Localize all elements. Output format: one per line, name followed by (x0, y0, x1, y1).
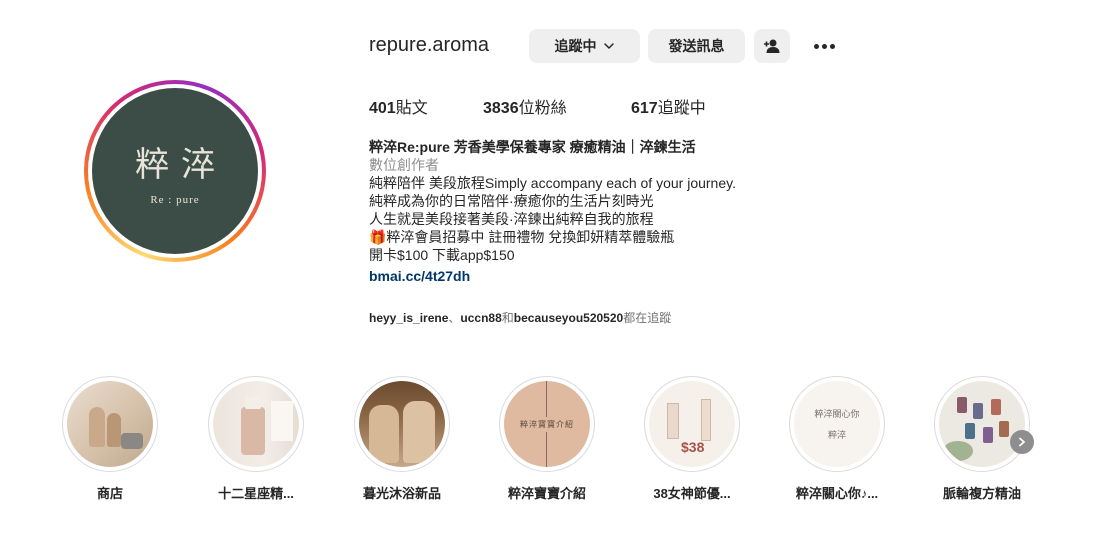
posts-count: 401貼文 (369, 100, 428, 117)
followers-link[interactable]: 3836位粉絲 (483, 94, 567, 118)
followed-by-user: becauseyou520520 (513, 311, 624, 325)
bio-line: 開卡$100 下載app$150 (369, 247, 515, 263)
more-options-button[interactable] (810, 36, 838, 56)
add-user-icon (764, 39, 780, 53)
highlight-label: 38女神節優... (653, 486, 731, 501)
highlight-bath[interactable]: 暮光沐浴新品 (354, 376, 450, 502)
bio-line: 人生就是美段接著美段·淬鍊出純粹自我的旅程 (369, 211, 654, 227)
highlight-cover-image (359, 381, 445, 467)
more-options-icon (813, 43, 819, 49)
highlight-label: 粹淬關心你♪... (795, 486, 879, 501)
highlight-cover-image: $38 (649, 381, 735, 467)
followed-by-user: uccn88 (460, 311, 502, 325)
highlight-label: 粹淬寶寶介紹 (507, 486, 586, 501)
highlights-next-button[interactable] (1010, 430, 1034, 454)
highlight-cover-image: 粹淬關心你 粹淬 (794, 381, 880, 467)
send-message-button[interactable]: 發送訊息 (648, 29, 745, 63)
avatar-logo-en: Re : pure (150, 193, 200, 206)
following-button-label: 追蹤中 (554, 38, 597, 54)
profile-display-name: 粹淬Re:pure 芳香美學保養專家 療癒精油｜淬鍊生活 (369, 139, 696, 155)
send-message-label: 發送訊息 (668, 38, 725, 54)
highlight-label: 十二星座精... (218, 486, 294, 501)
highlight-zodiac[interactable]: 十二星座精... (208, 376, 304, 502)
following-link[interactable]: 617追蹤中 (631, 94, 706, 118)
highlight-cover-image (213, 381, 299, 467)
highlight-shop[interactable]: 商店 (62, 376, 158, 502)
bio-line: 🎁粹淬會員招募中 註冊禮物 兌換卸妍精萃體驗瓶 (369, 229, 675, 245)
profile-username: repure.aroma (369, 34, 490, 56)
highlight-label: 暮光沐浴新品 (362, 486, 441, 501)
profile-avatar[interactable]: 粹淬 Re : pure (84, 80, 266, 262)
bio-line: 純粹成為你的日常陪伴·療癒你的生活片刻時光 (369, 193, 654, 209)
followed-by-user: heyy_is_irene (369, 311, 449, 325)
chevron-right-icon (1019, 437, 1025, 447)
bio-link[interactable]: bmai.cc/4t27dh (369, 267, 889, 285)
highlight-intro[interactable]: 粹淬寶寶介紹 粹淬寶寶介紹 (499, 376, 595, 502)
highlight-womens-day[interactable]: $38 38女神節優... (644, 376, 740, 502)
highlight-cover-image (939, 381, 1025, 467)
chevron-down-icon (603, 43, 614, 49)
avatar-logo-cn: 粹淬 (135, 144, 227, 185)
suggested-users-button[interactable] (754, 29, 790, 63)
followed-by[interactable]: heyy_is_irene、uccn88和becauseyou520520都在追… (369, 309, 671, 326)
highlight-label: 商店 (96, 486, 123, 501)
avatar-logo: 粹淬 Re : pure (92, 88, 258, 254)
profile-category: 數位創作者 (369, 157, 439, 173)
profile-bio: 粹淬Re:pure 芳香美學保養專家 療癒精油｜淬鍊生活 數位創作者 純粹陪伴 … (369, 138, 889, 285)
highlight-cover-image: 粹淬寶寶介紹 (504, 381, 590, 467)
bio-line: 純粹陪伴 美段旅程Simply accompany each of your j… (369, 175, 736, 191)
highlight-care[interactable]: 粹淬關心你 粹淬 粹淬關心你♪... (789, 376, 885, 502)
highlight-cover-image (67, 381, 153, 467)
following-button[interactable]: 追蹤中 (529, 29, 640, 63)
highlight-label: 脈輪複方精油 (942, 486, 1021, 501)
